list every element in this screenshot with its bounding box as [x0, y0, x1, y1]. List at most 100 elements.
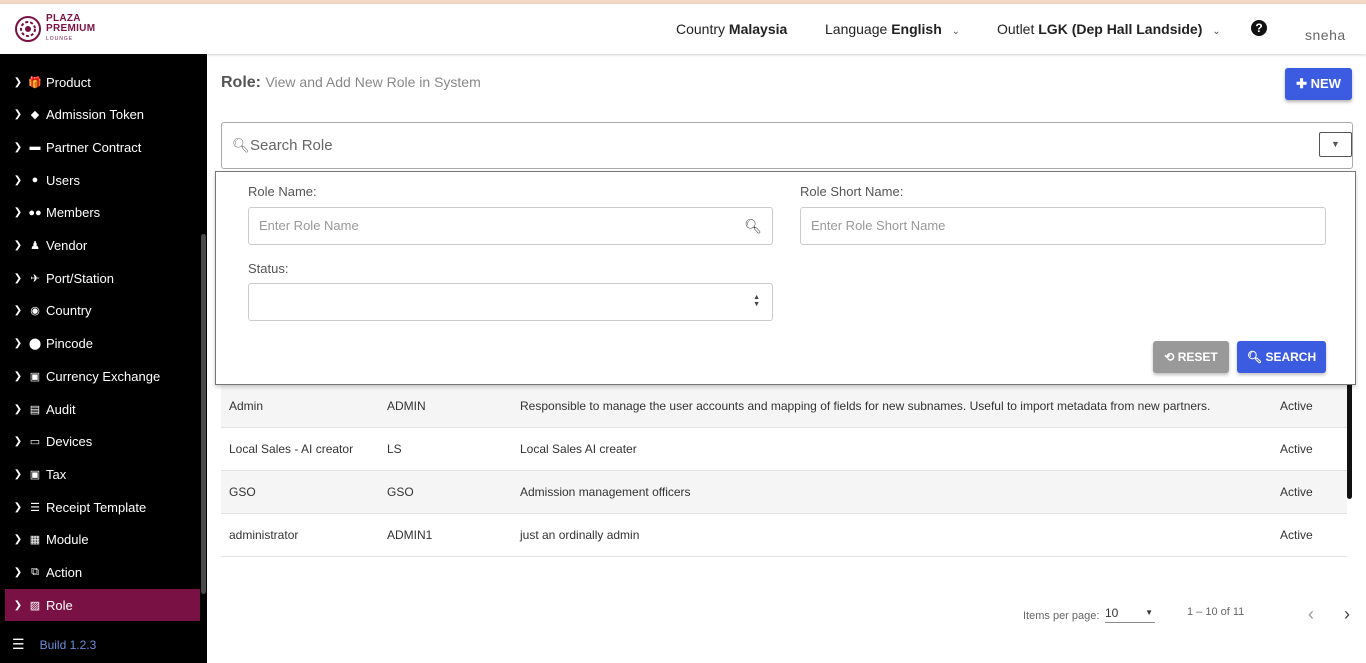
grid-icon: ▦ — [29, 534, 41, 547]
logo-line3: LOUNGE — [46, 36, 74, 42]
sidebar-footer: ☰ Build 1.2.3 — [0, 626, 207, 663]
chevron-right-icon: ❯ — [13, 534, 23, 546]
sidebar-item-pincode[interactable]: ❯ ⬤ Pincode — [5, 328, 200, 360]
role-status-cell: Active — [1280, 485, 1313, 499]
search-icon[interactable]: 🔍︎ — [744, 208, 762, 244]
sidebar-item-label: Admission Token — [46, 107, 145, 123]
role-name-label: Role Name: — [248, 184, 317, 199]
sidebar-item-product[interactable]: ❯ 🎁 Product — [5, 66, 200, 98]
briefcase-icon: ▬ — [29, 141, 41, 154]
prev-page-button[interactable]: ‹ — [1308, 604, 1314, 625]
chevron-right-icon: ❯ — [13, 501, 23, 513]
new-role-button[interactable]: ✚ NEW — [1285, 68, 1352, 100]
sidebar-scrollbar[interactable] — [201, 234, 206, 594]
person-icon: ♟ — [30, 240, 40, 252]
logo-line2: PREMIUM — [46, 23, 96, 34]
role-name-cell: Local Sales - AI creator — [229, 442, 354, 456]
help-icon[interactable]: ? — [1251, 20, 1267, 36]
role-description-cell: just an ordinally admin — [520, 528, 640, 542]
sort-arrows-icon: ▲ ▼ — [753, 294, 760, 308]
sidebar-item-label: Action — [46, 565, 83, 580]
roles-table: Admin ADMIN Responsible to manage the user… — [221, 385, 1347, 557]
search-role-bar[interactable]: 🔍︎ Search Role ▼ — [221, 122, 1353, 169]
role-name-input[interactable]: Enter Role Name 🔍︎ — [248, 207, 773, 245]
sidebar-item-action[interactable]: ❯ ⧉ Action — [5, 557, 200, 589]
money-icon: ▣ — [29, 370, 41, 383]
sidebar-item-tax[interactable]: ❯ ▣ Tax — [5, 458, 200, 490]
role-description-cell: Admission management officers — [520, 485, 691, 499]
sidebar-item-devices[interactable]: ❯ ▭ Devices — [5, 426, 200, 458]
users-icon: ●● — [28, 206, 42, 219]
items-per-page-select[interactable]: 10 ▼ — [1105, 606, 1155, 623]
sidebar-item-users[interactable]: ❯ ● Users — [5, 164, 200, 196]
chevron-right-icon: ❯ — [13, 403, 23, 415]
chevron-right-icon: ❯ — [13, 76, 23, 88]
chevron-right-icon: ❯ — [13, 141, 23, 153]
sidebar-item-role[interactable]: ❯ ▨ Role — [5, 589, 200, 622]
sidebar-item-label: Port/Station — [46, 270, 114, 286]
chevron-right-icon: ❯ — [13, 272, 23, 284]
sidebar-item-vendor[interactable]: ❯ ♟ Vendor — [5, 230, 200, 262]
gift-icon: 🎁 — [28, 76, 42, 89]
role-short-name-input[interactable]: Enter Role Short Name — [800, 207, 1326, 245]
role-name-cell: administrator — [229, 528, 299, 542]
sidebar-item-label: Members — [46, 205, 101, 221]
sidebar-item-currency-exchange[interactable]: ❯ ▣ Currency Exchange — [5, 360, 200, 392]
chevron-down-icon: ⌄ — [1212, 26, 1221, 37]
page-range: 1 – 10 of 11 — [1187, 606, 1245, 618]
chevron-right-icon: ❯ — [13, 109, 23, 121]
top-header: PLAZA PREMIUM LOUNGE Country Malaysia La… — [0, 4, 1366, 54]
role-description-cell: Responsible to manage the user accounts … — [520, 399, 1211, 413]
language-value: English — [891, 21, 942, 37]
sidebar-item-members[interactable]: ❯ ●● Members — [5, 197, 200, 229]
search-role-input[interactable]: Search Role — [250, 137, 333, 154]
items-per-page-label: Items per page: — [1023, 610, 1100, 622]
filter-toggle-button[interactable]: ▼ — [1319, 132, 1352, 157]
reset-button[interactable]: ⟲ RESET — [1153, 341, 1229, 373]
menu-icon[interactable]: ☰ — [12, 636, 25, 653]
sidebar-item-partner-contract[interactable]: ❯ ▬ Partner Contract — [5, 131, 200, 163]
sidebar-item-label: Country — [46, 303, 92, 319]
sidebar-item-label: Tax — [46, 466, 67, 482]
chevron-right-icon: ❯ — [13, 567, 23, 578]
build-version: Build 1.2.3 — [39, 637, 97, 652]
page-subtitle: View and Add New Role in System — [265, 74, 481, 90]
chevron-right-icon: ❯ — [13, 207, 23, 219]
map-pin-icon: ⬤ — [28, 338, 42, 351]
chevron-right-icon: ❯ — [13, 305, 23, 317]
sidebar-item-admission-token[interactable]: ❯ ◆ Admission Token — [5, 99, 200, 131]
logo[interactable]: PLAZA PREMIUM LOUNGE — [14, 14, 95, 44]
sidebar-item-label: Product — [46, 74, 91, 90]
status-label: Status: — [248, 261, 289, 276]
role-status-cell: Active — [1280, 442, 1313, 456]
role-short-name-cell: LS — [387, 442, 402, 456]
table-scrollbar[interactable] — [1347, 374, 1352, 499]
table-row[interactable]: Local Sales - AI creator LS Local Sales AI… — [221, 428, 1347, 471]
user-icon: ● — [31, 174, 39, 187]
next-page-button[interactable]: › — [1344, 604, 1350, 625]
sidebar-item-audit[interactable]: ❯ ▤ Audit — [5, 393, 200, 425]
chevron-right-icon: ❯ — [13, 599, 23, 611]
sidebar-item-label: Role — [46, 597, 73, 613]
sidebar-item-country[interactable]: ❯ ◉ Country — [5, 295, 200, 327]
table-row[interactable]: GSO GSO Admission management officers Activ… — [221, 471, 1347, 514]
sidebar-item-label: Devices — [46, 434, 93, 450]
status-select[interactable]: ▲ ▼ — [248, 283, 773, 321]
table-row[interactable]: administrator ADMIN1 just an ordinally adm… — [221, 514, 1347, 557]
sidebar-item-module[interactable]: ❯ ▦ Module — [5, 524, 200, 556]
outlet-selector[interactable]: Outlet LGK (Dep Hall Landside) ⌄ — [997, 21, 1221, 37]
sidebar-item-receipt-template[interactable]: ❯ ☰ Receipt Template — [5, 491, 200, 523]
chevron-right-icon: ❯ — [13, 338, 23, 350]
tag-icon: ◆ — [30, 109, 40, 122]
page-title: Role: View and Add New Role in System — [221, 74, 481, 92]
language-selector[interactable]: Language English ⌄ — [825, 21, 960, 37]
user-name[interactable]: sneha — [1305, 27, 1346, 43]
role-short-name-cell: ADMIN — [387, 399, 426, 413]
caret-down-icon: ▼ — [1331, 139, 1340, 149]
search-button[interactable]: 🔍︎ SEARCH — [1237, 341, 1326, 373]
sidebar-item-port-station[interactable]: ❯ ✈ Port/Station — [5, 262, 200, 294]
sidebar-item-label: Receipt Template — [46, 499, 147, 515]
table-row[interactable]: Admin ADMIN Responsible to manage the user… — [221, 385, 1347, 428]
language-label: Language — [825, 21, 888, 37]
sidebar-item-label: Audit — [46, 401, 76, 417]
